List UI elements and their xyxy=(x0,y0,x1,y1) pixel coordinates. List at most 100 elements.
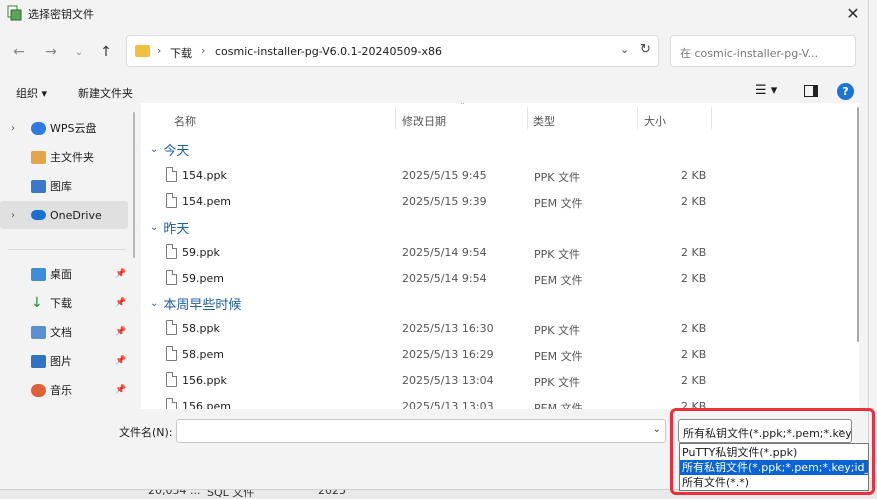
back-arrow-icon[interactable]: ← xyxy=(8,41,30,63)
column-type[interactable]: 类型 xyxy=(533,113,555,129)
app-icon xyxy=(7,5,22,21)
sidebar-item-label: 下载 xyxy=(50,297,72,310)
recent-chevron-icon[interactable]: ⌄ xyxy=(68,41,90,63)
close-icon[interactable]: ✕ xyxy=(838,0,868,26)
file-date: 2025/5/13 13:03 xyxy=(402,400,494,409)
pin-icon[interactable]: 📌 xyxy=(115,385,126,395)
expand-chevron-icon[interactable]: › xyxy=(11,123,15,134)
file-date: 2025/5/14 9:54 xyxy=(402,272,487,285)
view-options-icon[interactable]: ☰ ▾ xyxy=(755,83,777,98)
sidebar-item-onedrive[interactable]: › OneDrive xyxy=(0,201,128,229)
dropdown-option-putty[interactable]: PuTTY私钥文件(*.ppk) xyxy=(680,445,868,460)
sidebar-item-wps-cloud[interactable]: › WPS云盘 xyxy=(0,114,128,142)
table-row[interactable]: 156.ppk 2025/5/13 13:04 PPK 文件 2 KB xyxy=(141,367,859,393)
column-divider[interactable] xyxy=(711,107,712,129)
file-size: 2 KB xyxy=(681,195,707,208)
sidebar-item-gallery[interactable]: 图库 xyxy=(0,172,128,200)
file-name: 58.pem xyxy=(182,348,224,361)
file-icon xyxy=(166,167,177,182)
dropdown-option-all-keys[interactable]: 所有私钥文件(*.ppk;*.pem;*.key;id_*) xyxy=(680,460,868,475)
file-name: 154.pem xyxy=(182,195,231,208)
collapse-chevron-icon[interactable]: ⌄ xyxy=(150,222,158,233)
folder-icon xyxy=(135,45,150,57)
preview-pane-icon[interactable] xyxy=(804,85,818,97)
column-size[interactable]: 大小 xyxy=(644,113,666,129)
sidebar-scrollbar[interactable] xyxy=(133,112,135,258)
pin-icon[interactable]: 📌 xyxy=(115,327,126,337)
table-row[interactable]: 154.ppk 2025/5/15 9:45 PPK 文件 2 KB xyxy=(141,162,859,188)
cloud-icon xyxy=(31,121,46,135)
address-bar[interactable]: › 下载 › cosmic-installer-pg-V6.0.1-202405… xyxy=(126,35,659,67)
sidebar-item-label: 图片 xyxy=(50,355,72,368)
breadcrumb-downloads[interactable]: 下载 xyxy=(170,45,192,61)
table-row[interactable]: 154.pem 2025/5/15 9:39 PEM 文件 2 KB xyxy=(141,188,859,214)
sidebar-item-documents[interactable]: 文档 📌 xyxy=(0,318,128,346)
chevron-down-icon[interactable]: ⌄ xyxy=(653,424,661,435)
navigation-pane: › WPS云盘 主文件夹 图库 › OneDrive 桌面 📌 ↓ 下载 📌 文… xyxy=(0,108,136,408)
pin-icon[interactable]: 📌 xyxy=(115,269,126,279)
table-row[interactable]: 156.pem 2025/5/13 13:03 PEM 文件 2 KB xyxy=(141,393,859,409)
dropdown-option-all-files[interactable]: 所有文件(*.*) xyxy=(680,475,868,490)
group-header-earlier-this-week[interactable]: ⌄ 本周早些时候 xyxy=(150,294,241,313)
file-icon xyxy=(166,270,177,285)
pictures-icon xyxy=(31,354,46,368)
refresh-icon[interactable]: ↻ xyxy=(640,42,651,57)
chevron-down-icon[interactable]: ⌄ xyxy=(837,424,845,435)
pin-icon[interactable]: 📌 xyxy=(115,298,126,308)
sidebar-item-downloads[interactable]: ↓ 下载 📌 xyxy=(0,289,128,317)
file-size: 2 KB xyxy=(681,322,707,335)
file-name: 156.pem xyxy=(182,400,231,409)
download-icon: ↓ xyxy=(31,294,43,311)
table-row[interactable]: 58.pem 2025/5/13 16:29 PEM 文件 2 KB xyxy=(141,341,859,367)
sidebar-item-desktop[interactable]: 桌面 📌 xyxy=(0,260,128,288)
sort-caret-icon: ⌃ xyxy=(459,103,466,110)
collapse-chevron-icon[interactable]: ⌄ xyxy=(150,144,158,155)
group-label: 本周早些时候 xyxy=(163,298,242,313)
pin-icon[interactable]: 📌 xyxy=(115,356,126,366)
file-icon xyxy=(166,244,177,259)
sidebar-item-music[interactable]: 音乐 📌 xyxy=(0,376,128,404)
group-header-today[interactable]: ⌄ 今天 xyxy=(150,140,189,159)
file-list: ⌃ 名称 修改日期 类型 大小 ⌄ 今天 154.ppk 2025/5/15 9… xyxy=(141,103,859,409)
file-list-scrollbar[interactable] xyxy=(857,107,859,342)
file-date: 2025/5/15 9:45 xyxy=(402,169,487,182)
home-icon xyxy=(31,150,46,164)
column-date[interactable]: 修改日期 xyxy=(402,113,446,129)
desktop-icon xyxy=(31,267,46,281)
command-bar: 组织 ▾ 新建文件夹 ☰ ▾ ? xyxy=(0,78,869,106)
group-header-yesterday[interactable]: ⌄ 昨天 xyxy=(150,218,189,237)
breadcrumb-current-folder[interactable]: cosmic-installer-pg-V6.0.1-20240509-x86 xyxy=(215,45,442,58)
expand-chevron-icon[interactable]: › xyxy=(11,210,15,221)
file-type-dropdown: PuTTY私钥文件(*.ppk) 所有私钥文件(*.ppk;*.pem;*.ke… xyxy=(679,443,869,491)
file-type: PPK 文件 xyxy=(534,248,580,261)
file-date: 2025/5/13 13:04 xyxy=(402,374,494,387)
column-divider[interactable] xyxy=(395,107,396,129)
new-folder-button[interactable]: 新建文件夹 xyxy=(78,85,133,101)
breadcrumb-separator-icon: › xyxy=(201,44,206,57)
file-icon xyxy=(166,398,177,409)
up-arrow-icon[interactable]: ↑ xyxy=(95,41,117,63)
collapse-chevron-icon[interactable]: ⌄ xyxy=(150,298,158,309)
table-row[interactable]: 59.ppk 2025/5/14 9:54 PPK 文件 2 KB xyxy=(141,239,859,265)
forward-arrow-icon[interactable]: → xyxy=(40,41,62,63)
filename-input[interactable]: ⌄ xyxy=(176,419,666,443)
help-icon[interactable]: ? xyxy=(837,83,854,100)
navigation-bar: ← → ⌄ ↑ › 下载 › cosmic-installer-pg-V6.0.… xyxy=(0,32,869,70)
file-icon xyxy=(166,372,177,387)
file-size: 2 KB xyxy=(681,348,707,361)
address-dropdown-icon[interactable]: ⌄ xyxy=(620,43,629,56)
music-icon xyxy=(31,383,46,397)
sidebar-item-home[interactable]: 主文件夹 xyxy=(0,143,128,171)
column-name[interactable]: 名称 xyxy=(174,113,196,129)
column-divider[interactable] xyxy=(637,107,638,129)
sidebar-item-pictures[interactable]: 图片 📌 xyxy=(0,347,128,375)
column-divider[interactable] xyxy=(527,107,528,129)
file-type-filter[interactable]: 所有私钥文件(*.ppk;*.pem;*.key;id_*) ⌄ xyxy=(678,419,852,443)
table-row[interactable]: 58.ppk 2025/5/13 16:30 PPK 文件 2 KB xyxy=(141,315,859,341)
search-input[interactable]: 在 cosmic-installer-pg-V... xyxy=(670,35,856,67)
documents-icon xyxy=(31,325,46,339)
window-title: 选择密钥文件 xyxy=(28,8,94,21)
file-type: PEM 文件 xyxy=(534,197,583,210)
organize-button[interactable]: 组织 ▾ xyxy=(16,85,47,101)
table-row[interactable]: 59.pem 2025/5/14 9:54 PEM 文件 2 KB xyxy=(141,265,859,291)
